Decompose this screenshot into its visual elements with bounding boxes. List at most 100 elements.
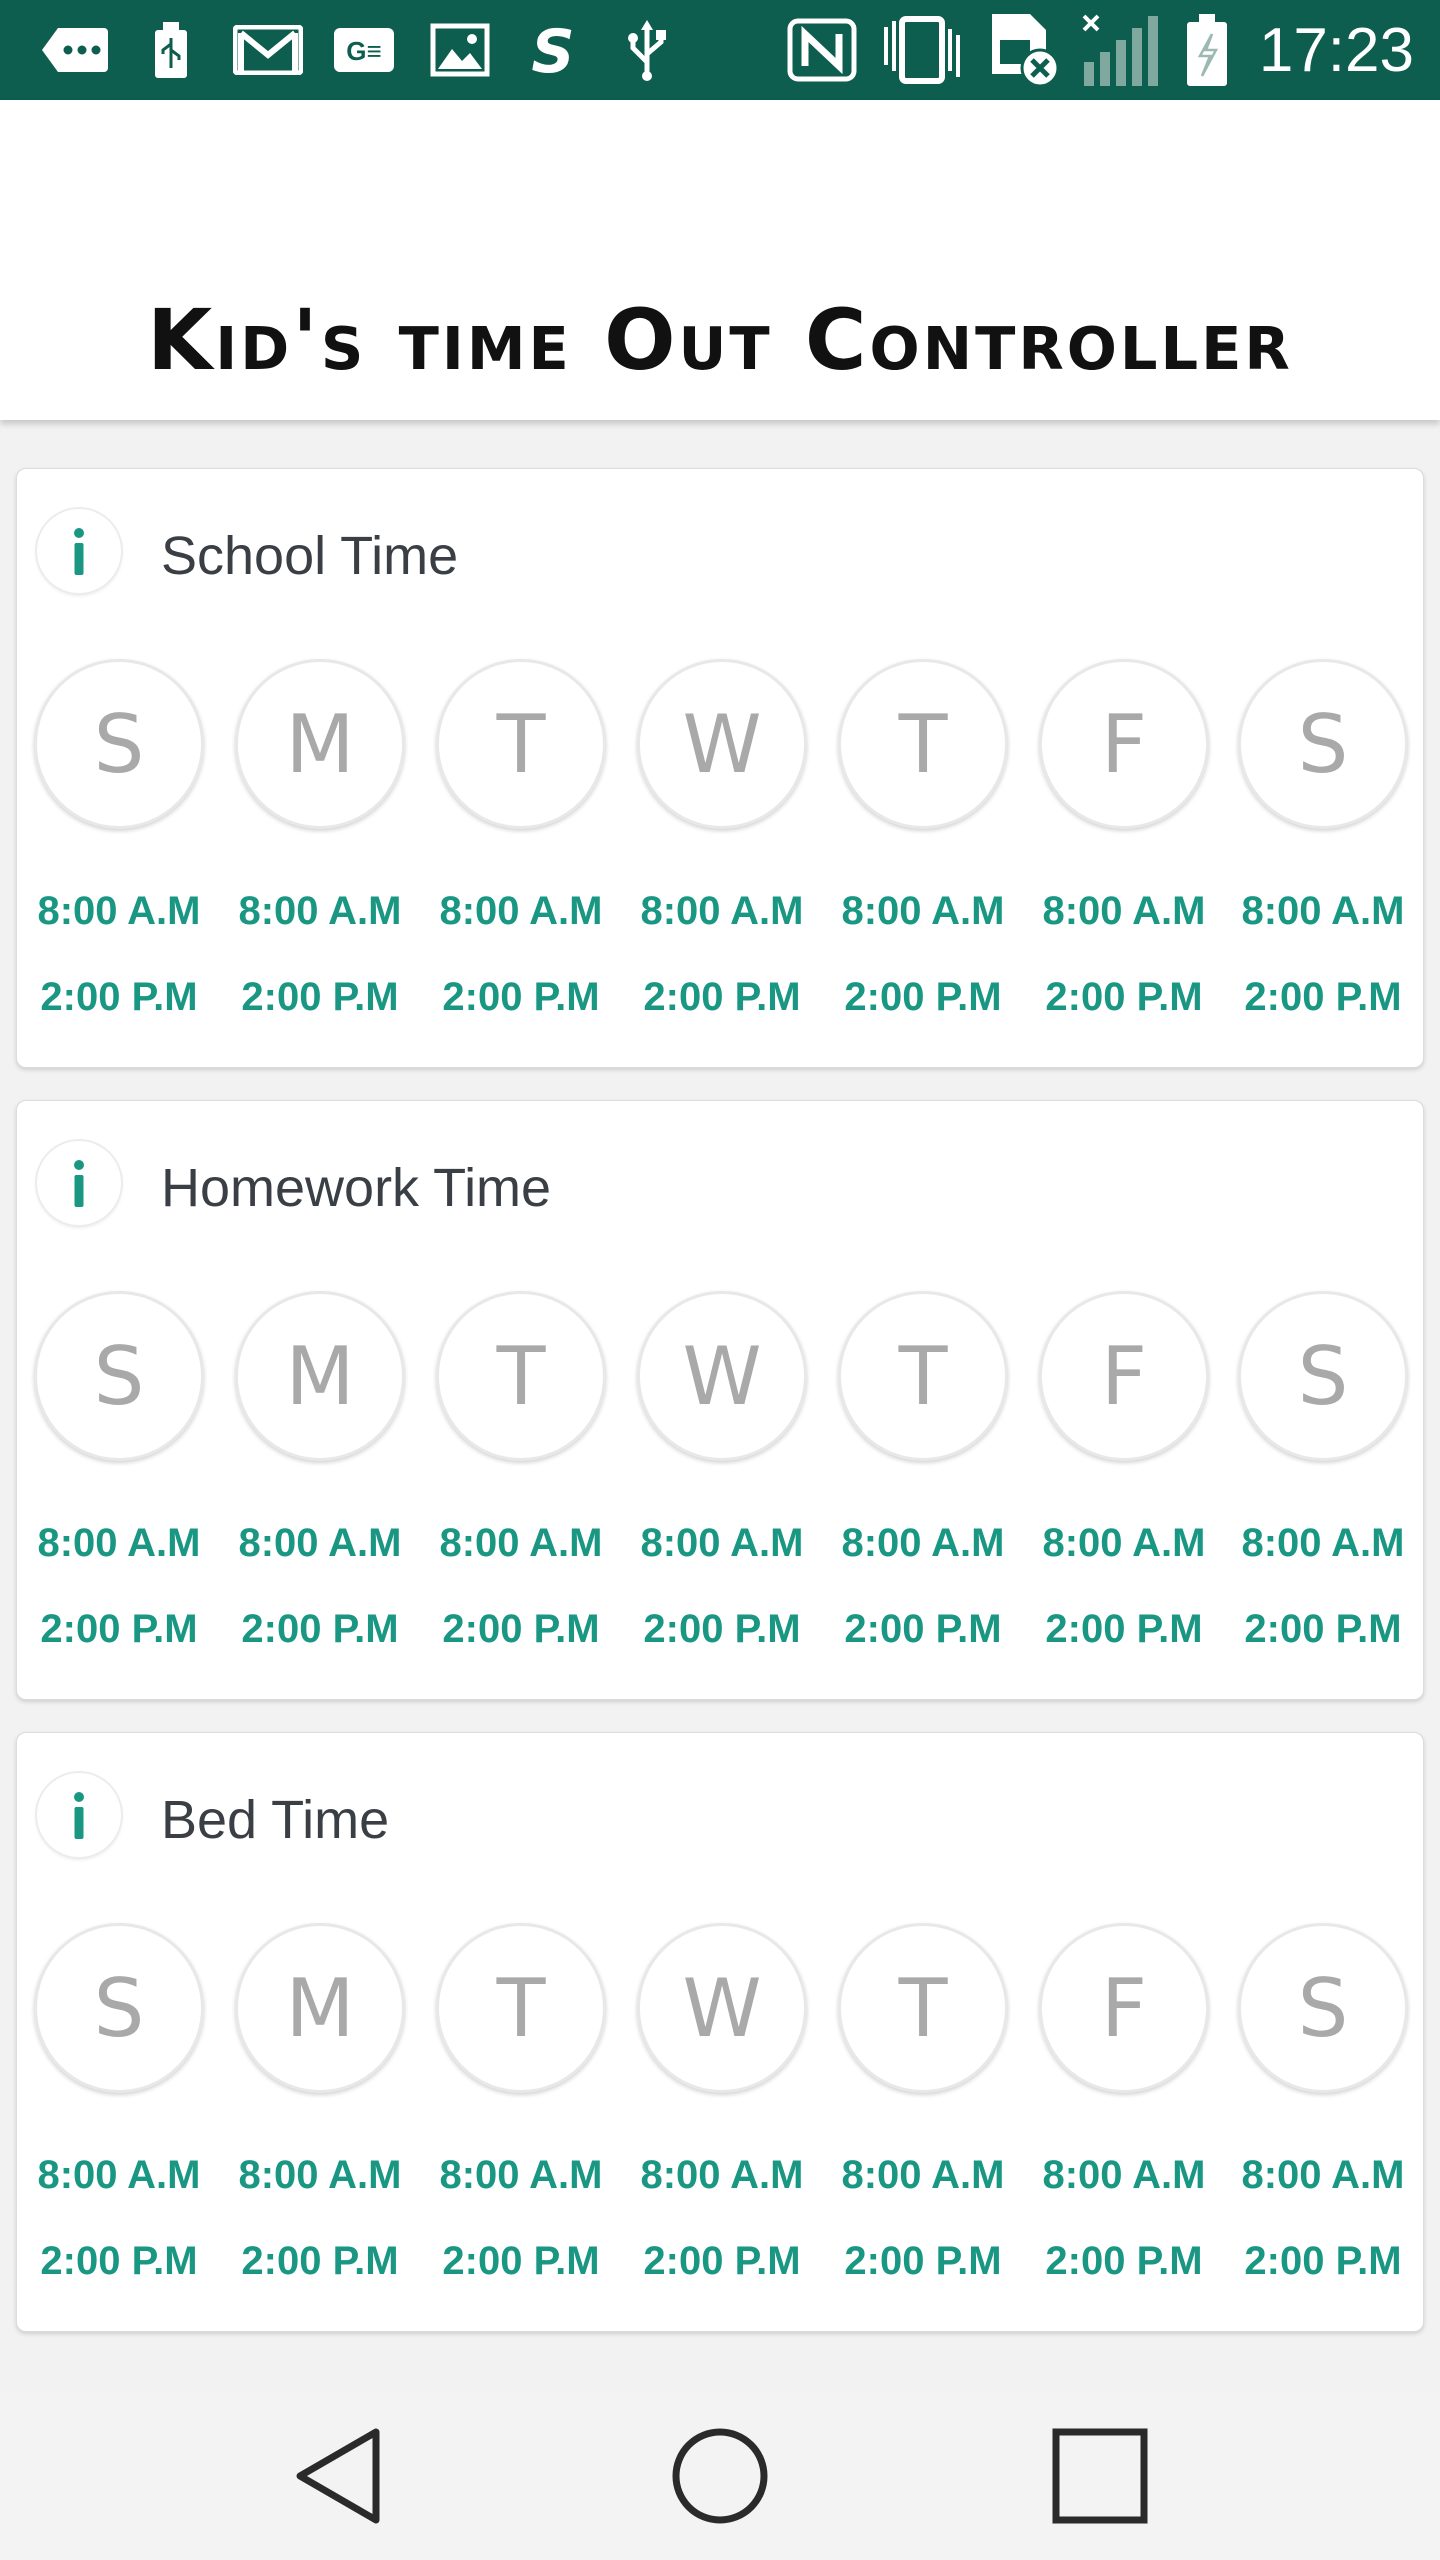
info-icon (74, 1160, 84, 1207)
end-time[interactable]: 2:00 P.M (19, 1607, 219, 1652)
day-saturday[interactable]: S (1238, 1291, 1408, 1461)
end-time[interactable]: 2:00 P.M (1223, 1607, 1423, 1652)
end-time[interactable]: 2:00 P.M (823, 975, 1023, 1020)
start-time[interactable]: 8:00 A.M (622, 889, 822, 934)
start-time[interactable]: 8:00 A.M (421, 2153, 621, 2198)
end-time[interactable]: 2:00 P.M (421, 975, 621, 1020)
start-time[interactable]: 8:00 A.M (1223, 1521, 1423, 1566)
end-time[interactable]: 2:00 P.M (19, 2239, 219, 2284)
start-time[interactable]: 8:00 A.M (823, 2153, 1023, 2198)
end-time[interactable]: 2:00 P.M (622, 975, 822, 1020)
end-time[interactable]: 2:00 P.M (421, 1607, 621, 1652)
clock: 17:23 (1258, 15, 1414, 85)
nfc-icon (786, 18, 858, 82)
start-time[interactable]: 8:00 A.M (421, 1521, 621, 1566)
schedule-card-homework: Homework Time S M T W T F S 8:00 A.M 8:0… (16, 1100, 1424, 1700)
s-app-icon: S (526, 18, 580, 82)
info-icon (74, 528, 84, 575)
end-times: 2:00 P.M 2:00 P.M 2:00 P.M 2:00 P.M 2:00… (17, 2239, 1425, 2299)
back-button[interactable] (280, 2426, 400, 2526)
end-times: 2:00 P.M 2:00 P.M 2:00 P.M 2:00 P.M 2:00… (17, 1607, 1425, 1667)
recents-button[interactable] (1040, 2426, 1160, 2526)
day-wednesday[interactable]: W (637, 659, 807, 829)
start-time[interactable]: 8:00 A.M (622, 2153, 822, 2198)
day-tuesday[interactable]: T (436, 659, 606, 829)
day-thursday[interactable]: T (838, 1291, 1008, 1461)
start-time[interactable]: 8:00 A.M (220, 889, 420, 934)
day-monday[interactable]: M (235, 1923, 405, 2093)
start-time[interactable]: 8:00 A.M (421, 889, 621, 934)
battery-icon (1182, 14, 1232, 86)
info-button[interactable] (37, 509, 121, 593)
recents-icon (1052, 2428, 1148, 2524)
end-times: 2:00 P.M 2:00 P.M 2:00 P.M 2:00 P.M 2:00… (17, 975, 1425, 1035)
day-friday[interactable]: F (1039, 659, 1209, 829)
day-friday[interactable]: F (1039, 1291, 1209, 1461)
start-time[interactable]: 8:00 A.M (19, 2153, 219, 2198)
start-times: 8:00 A.M 8:00 A.M 8:00 A.M 8:00 A.M 8:00… (17, 889, 1425, 949)
info-button[interactable] (37, 1141, 121, 1225)
back-icon (296, 2428, 380, 2524)
day-saturday[interactable]: S (1238, 659, 1408, 829)
end-time[interactable]: 2:00 P.M (1024, 975, 1224, 1020)
end-time[interactable]: 2:00 P.M (220, 975, 420, 1020)
end-time[interactable]: 2:00 P.M (1024, 1607, 1224, 1652)
start-time[interactable]: 8:00 A.M (1024, 2153, 1224, 2198)
day-thursday[interactable]: T (838, 1923, 1008, 2093)
info-button[interactable] (37, 1773, 121, 1857)
day-sunday[interactable]: S (34, 1291, 204, 1461)
page-title: Kid's time Out Controller (147, 291, 1293, 389)
end-time[interactable]: 2:00 P.M (19, 975, 219, 1020)
start-time[interactable]: 8:00 A.M (1024, 1521, 1224, 1566)
start-times: 8:00 A.M 8:00 A.M 8:00 A.M 8:00 A.M 8:00… (17, 1521, 1425, 1581)
card-title: Bed Time (161, 1790, 390, 1850)
end-time[interactable]: 2:00 P.M (823, 1607, 1023, 1652)
day-saturday[interactable]: S (1238, 1923, 1408, 2093)
home-icon (672, 2428, 768, 2524)
day-tuesday[interactable]: T (436, 1923, 606, 2093)
gmail-icon (232, 18, 304, 82)
start-time[interactable]: 8:00 A.M (823, 889, 1023, 934)
start-time[interactable]: 8:00 A.M (1223, 2153, 1423, 2198)
usb-debug-icon (622, 18, 672, 82)
end-time[interactable]: 2:00 P.M (622, 2239, 822, 2284)
sim-missing-icon (988, 14, 1064, 88)
day-sunday[interactable]: S (34, 1923, 204, 2093)
day-thursday[interactable]: T (838, 659, 1008, 829)
end-time[interactable]: 2:00 P.M (220, 1607, 420, 1652)
signal-icon (1080, 14, 1164, 86)
day-sunday[interactable]: S (34, 659, 204, 829)
navigation-bar (0, 2392, 1440, 2560)
start-time[interactable]: 8:00 A.M (823, 1521, 1023, 1566)
end-time[interactable]: 2:00 P.M (823, 2239, 1023, 2284)
start-time[interactable]: 8:00 A.M (220, 2153, 420, 2198)
start-time[interactable]: 8:00 A.M (1223, 889, 1423, 934)
gallery-icon (428, 18, 492, 82)
end-time[interactable]: 2:00 P.M (421, 2239, 621, 2284)
end-time[interactable]: 2:00 P.M (1223, 2239, 1423, 2284)
schedule-card-bed: Bed Time S M T W T F S 8:00 A.M 8:00 A.M… (16, 1732, 1424, 2332)
home-button[interactable] (660, 2426, 780, 2526)
day-wednesday[interactable]: W (637, 1923, 807, 2093)
start-time[interactable]: 8:00 A.M (19, 1521, 219, 1566)
vibrate-icon (880, 16, 964, 84)
day-selector: S M T W T F S (17, 1291, 1425, 1461)
end-time[interactable]: 2:00 P.M (1024, 2239, 1224, 2284)
day-monday[interactable]: M (235, 1291, 405, 1461)
start-time[interactable]: 8:00 A.M (19, 889, 219, 934)
card-title: Homework Time (161, 1158, 552, 1218)
day-tuesday[interactable]: T (436, 1291, 606, 1461)
start-times: 8:00 A.M 8:00 A.M 8:00 A.M 8:00 A.M 8:00… (17, 2153, 1425, 2213)
day-friday[interactable]: F (1039, 1923, 1209, 2093)
end-time[interactable]: 2:00 P.M (1223, 975, 1423, 1020)
end-time[interactable]: 2:00 P.M (622, 1607, 822, 1652)
more-notifications-icon (38, 18, 112, 82)
day-monday[interactable]: M (235, 659, 405, 829)
day-selector: S M T W T F S (17, 1923, 1425, 2093)
status-bar: G≡ S 17:23 (0, 0, 1440, 100)
end-time[interactable]: 2:00 P.M (220, 2239, 420, 2284)
start-time[interactable]: 8:00 A.M (1024, 889, 1224, 934)
start-time[interactable]: 8:00 A.M (622, 1521, 822, 1566)
day-wednesday[interactable]: W (637, 1291, 807, 1461)
start-time[interactable]: 8:00 A.M (220, 1521, 420, 1566)
